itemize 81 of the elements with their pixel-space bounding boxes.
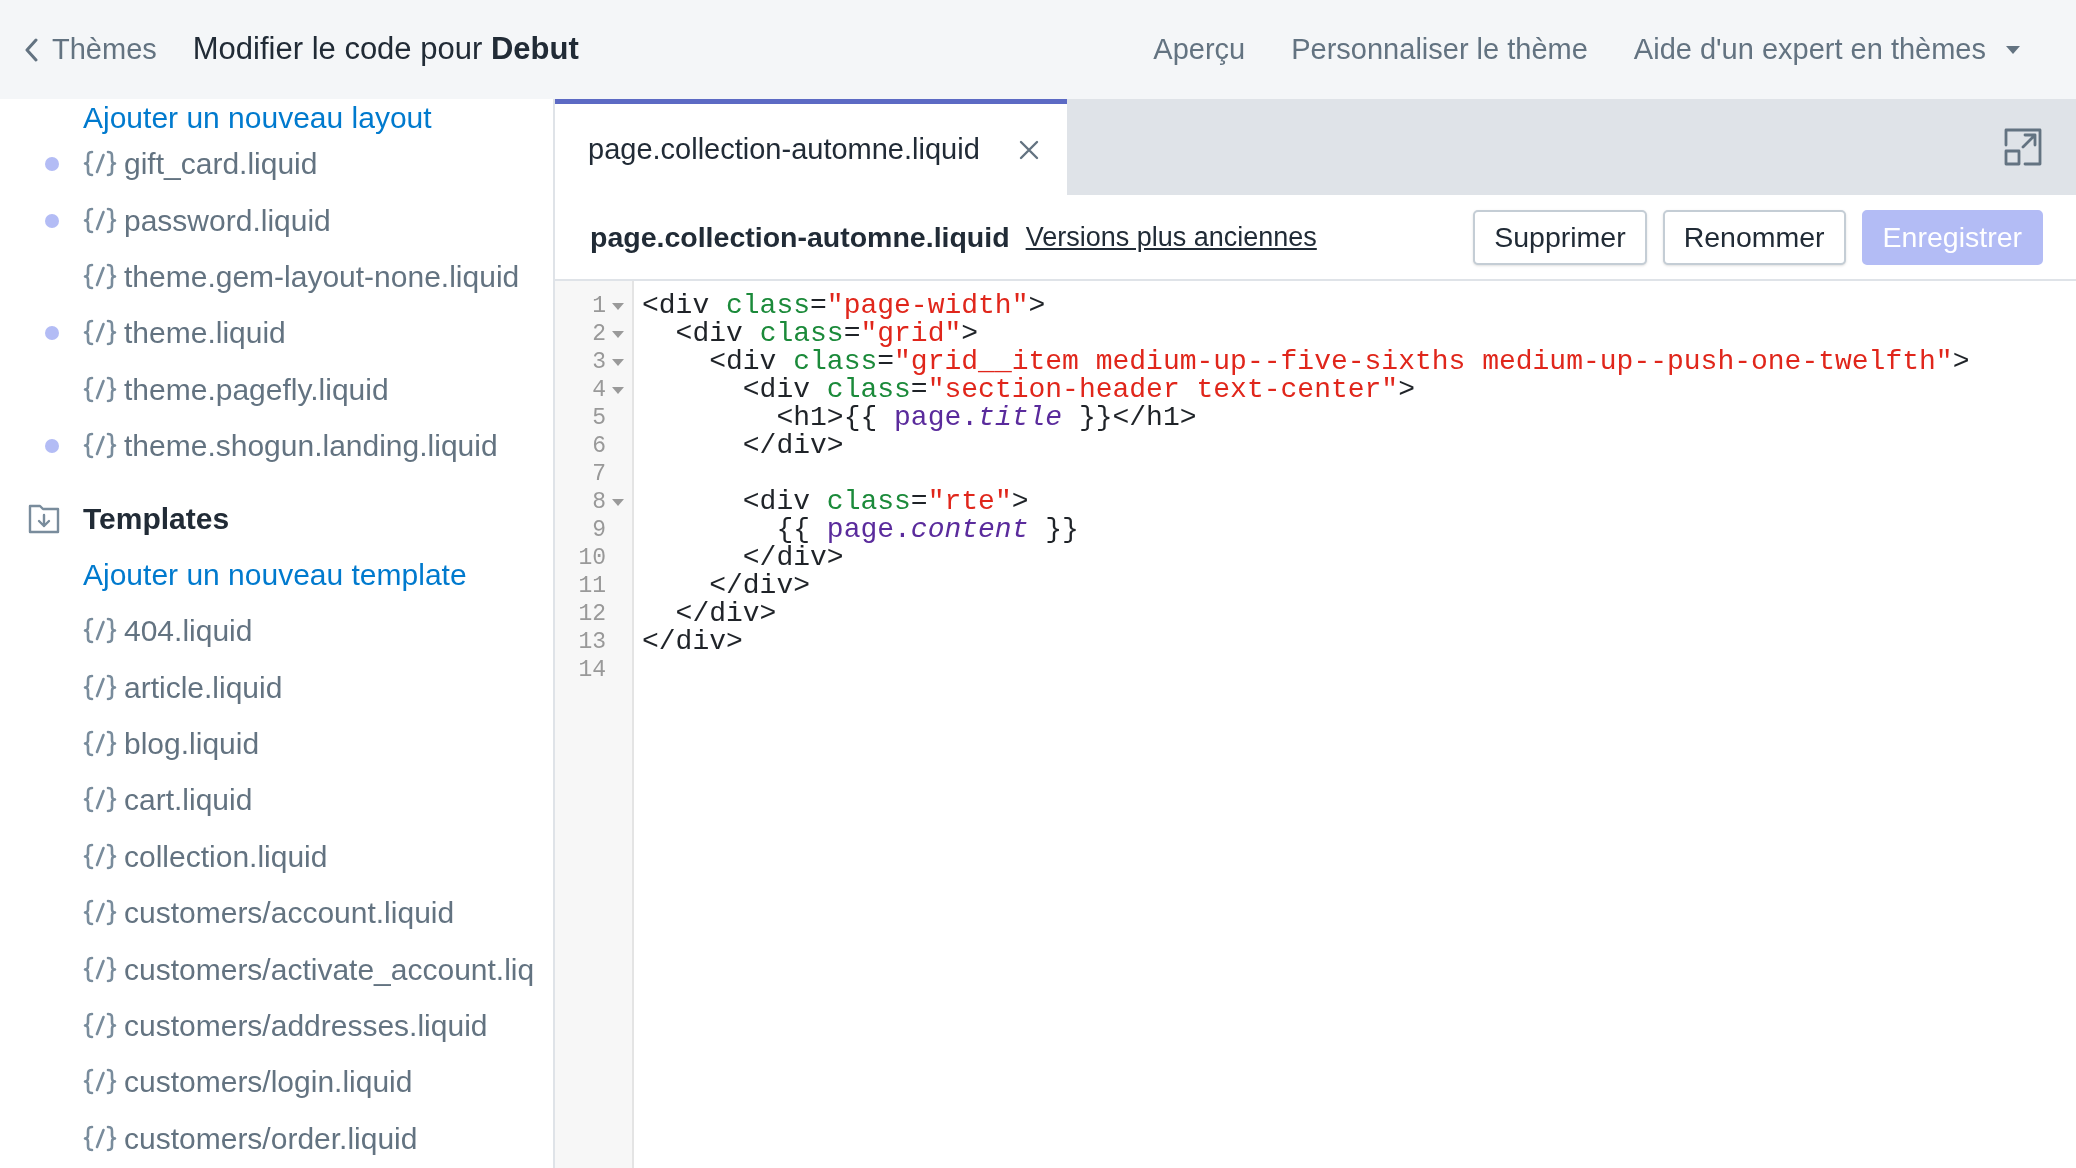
file-name: page.collection-automne.liquid [590,219,1010,255]
fold-caret-icon[interactable] [612,330,624,338]
versions-link[interactable]: Versions plus anciennes [1025,216,1317,258]
code-line: <div class="grid"> [674,320,979,348]
code-file-icon [83,206,117,235]
action-button[interactable]: Renommer [1662,209,1846,265]
file-link[interactable]: password.liquid [83,203,331,238]
code-file-icon [83,1012,117,1041]
line-number: 3 [592,347,606,377]
code-line: <div class="grid__item medium-up--five-sixths medium-up--push-one-twelfth"> [708,348,1971,376]
file-link[interactable]: theme.pagefly.liquid [83,372,389,407]
code-line: </div> [741,544,844,572]
code-file-icon [83,730,117,759]
code-line: </div> [674,600,778,628]
code-line: </div> [708,572,812,600]
fold-caret-icon[interactable] [612,498,624,506]
action-button[interactable]: Supprimer [1473,209,1647,265]
folder-arrow-icon [28,503,60,534]
file-link[interactable]: blog.liquid [83,727,260,762]
section-heading: Templates [83,501,230,538]
file-link[interactable]: theme.gem-layout-none.liquid [83,259,520,294]
fold-caret-icon[interactable] [612,386,624,394]
back-link[interactable]: Thèmes [24,27,157,72]
line-number: 8 [592,487,606,517]
line-number: 6 [592,431,606,461]
code-file-icon [83,319,117,348]
nav-link[interactable]: Aperçu [1153,27,1246,72]
code-file-icon [83,1124,117,1153]
chevron-left-icon [24,37,38,62]
line-number: 14 [578,655,606,685]
line-number: 5 [592,403,606,433]
code-line: {{ page.content }} [775,516,1080,544]
line-number: 4 [592,375,606,405]
line-number: 10 [578,543,606,573]
line-number: 2 [592,319,606,349]
code-line: </div> [741,432,845,460]
code-line: </div> [642,628,744,656]
file-link[interactable]: customers/order.liquid [83,1121,418,1156]
line-number: 7 [592,459,606,489]
code-line: <h1>{{ page.title }}</h1> [775,404,1198,432]
file-link[interactable]: customers/addresses.liquid [83,1009,488,1044]
code-file-icon [83,673,117,702]
line-number: 9 [592,515,606,545]
close-icon[interactable] [1019,139,1039,160]
file-link[interactable]: 404.liquid [83,614,253,649]
code-file-icon [83,617,117,646]
code-file-icon [83,262,117,291]
line-number: 1 [592,291,606,321]
fold-caret-icon[interactable] [612,358,624,366]
file-link[interactable]: theme.shogun.landing.liquid [83,429,498,464]
code-file-icon [83,786,117,815]
line-number: 11 [578,571,606,601]
code-file-icon [83,150,117,179]
add-file-link[interactable]: Ajouter un nouveau layout [83,100,432,135]
line-number: 12 [578,599,606,629]
code-file-icon [83,375,117,404]
code-file-icon [83,432,117,461]
caret-down-icon [2006,45,2020,54]
nav-link[interactable]: Personnaliser le thème [1291,27,1588,72]
line-number: 13 [578,627,606,657]
code-line: <div class="rte"> [741,488,1030,516]
file-tab[interactable]: page.collection-automne.liquid [555,99,1067,195]
file-link[interactable]: article.liquid [83,670,283,705]
file-link[interactable]: gift_card.liquid [83,147,318,182]
code-file-icon [83,1068,117,1097]
code-line: <div class="section-header text-center"> [741,376,1415,404]
fold-caret-icon[interactable] [612,302,624,310]
file-link[interactable]: customers/activate_account.liq [83,952,535,987]
code-file-icon [83,842,117,871]
expand-icon[interactable] [2003,127,2043,167]
add-file-link[interactable]: Ajouter un nouveau template [83,557,467,592]
help-dropdown[interactable]: Aide d'un expert en thèmes [1633,27,2020,72]
code-line: <div class="page-width"> [642,292,1047,320]
code-file-icon [83,955,117,984]
code-file-icon [83,899,117,928]
file-link[interactable]: collection.liquid [83,839,328,874]
file-link[interactable]: cart.liquid [83,783,253,818]
file-link[interactable]: customers/login.liquid [83,1065,413,1100]
file-link[interactable]: theme.liquid [83,316,286,351]
file-link[interactable]: customers/account.liquid [83,896,455,931]
page-title: Modifier le code pour Debut [192,30,579,69]
